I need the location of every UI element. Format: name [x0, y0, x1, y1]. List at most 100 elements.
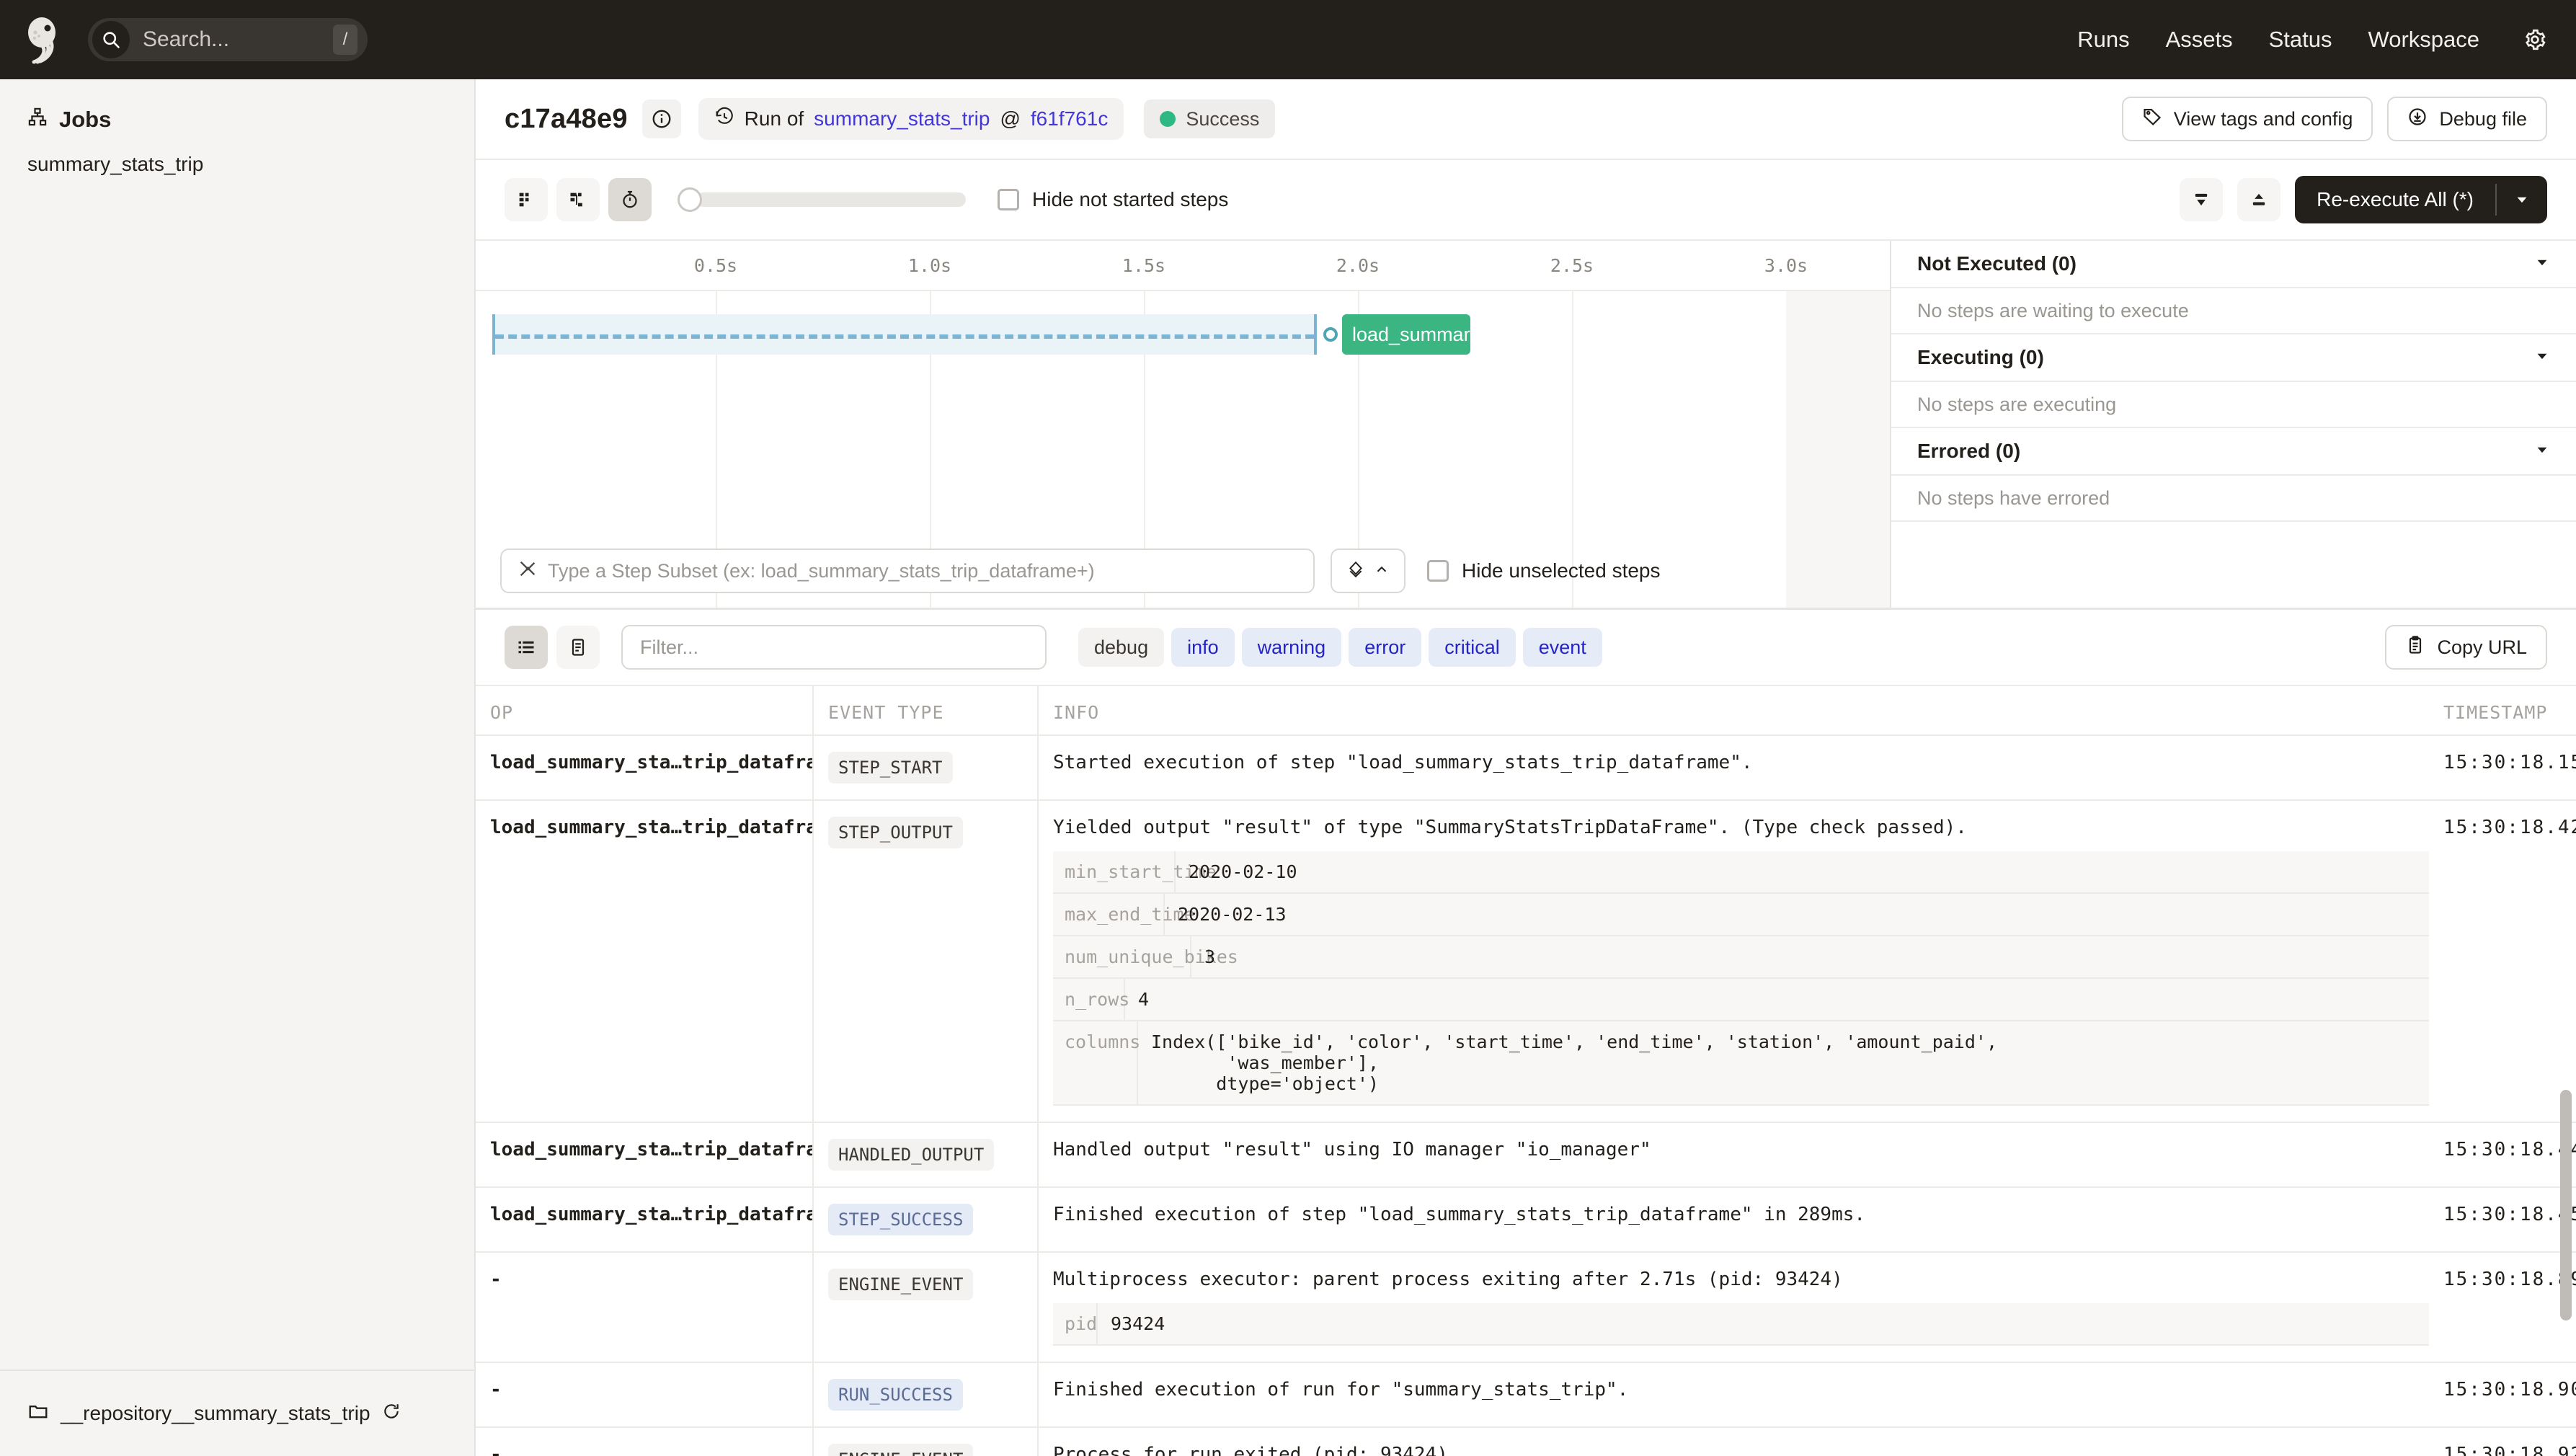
- search-icon: [92, 21, 130, 58]
- accordion-executing-title: Executing (0): [1917, 346, 2044, 368]
- info-icon[interactable]: [641, 99, 681, 138]
- hide-unselected-steps-checkbox[interactable]: [1427, 560, 1449, 582]
- table-row[interactable]: - ENGINE_EVENT Multiprocess executor: pa…: [476, 1252, 2576, 1363]
- repository-name: __repository__summary_stats_trip: [61, 1402, 370, 1424]
- gantt-toolbar: Hide not started steps Re-execute All (*…: [476, 160, 2576, 241]
- list-icon[interactable]: [505, 626, 548, 669]
- logs-vertical-scrollbar-thumb[interactable]: [2560, 1090, 2572, 1320]
- table-row[interactable]: load_summary_sta…trip_dataframe STEP_SUC…: [476, 1187, 2576, 1253]
- hide-not-started-steps-checkbox-row[interactable]: Hide not started steps: [998, 188, 1228, 211]
- nav-runs[interactable]: Runs: [2077, 27, 2129, 53]
- run-id: c17a48e9: [505, 103, 628, 134]
- metadata-key: pid: [1053, 1303, 1098, 1344]
- chevron-down-icon[interactable]: [2497, 192, 2547, 208]
- gantt-zoom-slider-knob[interactable]: [678, 187, 702, 212]
- gantt-status-panel: Not Executed (0) No steps are waiting to…: [1891, 241, 2576, 608]
- accordion-errored[interactable]: Errored (0): [1891, 428, 2576, 476]
- sidebar-item-summary-stats-trip[interactable]: summary_stats_trip: [0, 133, 474, 176]
- status-label: Success: [1186, 107, 1260, 130]
- collapse-down-icon[interactable]: [2180, 178, 2224, 221]
- column-header-op[interactable]: OP: [476, 686, 814, 736]
- event-log-table-container[interactable]: OP EVENT TYPE INFO TIMESTAMP load_summar…: [476, 686, 2576, 1456]
- table-row[interactable]: load_summary_sta…trip_dataframe STEP_OUT…: [476, 800, 2576, 1123]
- tree-view-icon[interactable]: [556, 178, 600, 221]
- log-level-critical[interactable]: critical: [1429, 628, 1516, 667]
- table-row[interactable]: - RUN_SUCCESS Finished execution of run …: [476, 1362, 2576, 1428]
- table-row[interactable]: - ENGINE_EVENT Process for run exited (p…: [476, 1427, 2576, 1456]
- chevron-down-icon[interactable]: [2534, 346, 2550, 369]
- debug-file-label: Debug file: [2439, 107, 2527, 130]
- cell-op: load_summary_sta…trip_dataframe: [476, 800, 814, 1123]
- snapshot-link[interactable]: f61f761c: [1031, 107, 1108, 130]
- left-sidebar: Jobs summary_stats_trip __repository__su…: [0, 79, 476, 1456]
- accordion-executing[interactable]: Executing (0): [1891, 334, 2576, 382]
- table-header-row: OP EVENT TYPE INFO TIMESTAMP: [476, 686, 2576, 736]
- cell-event-type: ENGINE_EVENT: [813, 1252, 1039, 1363]
- chevron-down-icon[interactable]: [2534, 440, 2550, 463]
- event-metadata-table: min_start_time 2020-02-10 max_end_time 2…: [1053, 851, 2429, 1106]
- document-icon[interactable]: [556, 626, 600, 669]
- event-type-tag: STEP_OUTPUT: [828, 817, 963, 848]
- logs-filter-placeholder: Filter...: [640, 636, 699, 658]
- reload-icon[interactable]: [382, 1402, 401, 1426]
- expand-up-icon[interactable]: [2237, 178, 2281, 221]
- stopwatch-icon[interactable]: [608, 178, 652, 221]
- step-subset-input[interactable]: Type a Step Subset (ex: load_summary_sta…: [500, 549, 1315, 593]
- table-row[interactable]: load_summary_sta…trip_dataframe HANDLED_…: [476, 1122, 2576, 1188]
- gantt-zoom-slider-track[interactable]: [696, 192, 966, 207]
- repository-footer[interactable]: __repository__summary_stats_trip: [0, 1370, 474, 1456]
- debug-file-button[interactable]: Debug file: [2387, 97, 2547, 141]
- gear-icon[interactable]: [2523, 27, 2547, 52]
- search-input[interactable]: Search... /: [88, 18, 368, 61]
- column-header-timestamp[interactable]: TIMESTAMP: [2429, 686, 2576, 736]
- accordion-not-executed[interactable]: Not Executed (0): [1891, 241, 2576, 288]
- cell-op: -: [476, 1252, 814, 1363]
- metadata-row: num_unique_bikes 3: [1053, 936, 2429, 979]
- sidebar-section-title: Jobs: [59, 107, 112, 132]
- job-link[interactable]: summary_stats_trip: [814, 107, 990, 130]
- log-level-error[interactable]: error: [1349, 628, 1422, 667]
- step-subset-layers-toggle[interactable]: [1331, 549, 1405, 593]
- metadata-row: max_end_time 2020-02-13: [1053, 894, 2429, 936]
- log-level-event[interactable]: event: [1522, 628, 1602, 667]
- nav-status[interactable]: Status: [2269, 27, 2332, 53]
- cell-op: load_summary_sta…trip_dataframe: [476, 1187, 814, 1253]
- cell-timestamp: 15:30:18.895: [2429, 1252, 2576, 1363]
- search-placeholder: Search...: [143, 27, 230, 51]
- metadata-value: 2020-02-13: [1178, 904, 1287, 925]
- column-header-info[interactable]: INFO: [1038, 686, 2429, 736]
- run-of-prefix: Run of: [744, 107, 804, 130]
- chevron-up-icon: [1374, 561, 1390, 581]
- nav-workspace[interactable]: Workspace: [2368, 27, 2480, 53]
- dagster-logo-icon[interactable]: [19, 12, 74, 67]
- column-header-event-type[interactable]: EVENT TYPE: [813, 686, 1039, 736]
- log-level-warning[interactable]: warning: [1241, 628, 1342, 667]
- nav-assets[interactable]: Assets: [2166, 27, 2233, 53]
- log-level-debug[interactable]: debug: [1078, 628, 1165, 667]
- hide-not-started-steps-checkbox[interactable]: [998, 189, 1019, 210]
- flat-view-icon[interactable]: [505, 178, 548, 221]
- logs-filter-input[interactable]: Filter...: [621, 625, 1047, 670]
- metadata-key: n_rows: [1053, 979, 1129, 1020]
- info-text: Handled output "result" using IO manager…: [1053, 1139, 1651, 1160]
- gantt-step-bar-load-summary[interactable]: load_summary_: [1342, 314, 1470, 355]
- hide-unselected-steps-checkbox-row[interactable]: Hide unselected steps: [1427, 559, 1661, 582]
- chevron-down-icon[interactable]: [2534, 252, 2550, 275]
- cell-timestamp: 15:30:18.442: [2429, 1122, 2576, 1188]
- cell-info: Yielded output "result" of type "Summary…: [1038, 800, 2429, 1123]
- table-row[interactable]: load_summary_sta…trip_dataframe STEP_STA…: [476, 735, 2576, 801]
- gantt-waiting-bar[interactable]: [492, 314, 1317, 355]
- cell-op: -: [476, 1362, 814, 1428]
- copy-url-button[interactable]: Copy URL: [2385, 625, 2547, 670]
- view-tags-and-config-button[interactable]: View tags and config: [2121, 97, 2373, 141]
- gantt-zoom-slider[interactable]: [678, 187, 966, 212]
- main-content: c17a48e9 Run of summary_stats_trip @ f61…: [476, 79, 2576, 1456]
- gantt-chart-area: 0.5s 1.0s 1.5s 2.0s 2.5s 3.0s load_summa…: [476, 241, 2576, 610]
- gantt-chart[interactable]: 0.5s 1.0s 1.5s 2.0s 2.5s 3.0s load_summa…: [476, 241, 1891, 608]
- log-level-info[interactable]: info: [1171, 628, 1235, 667]
- event-log-rows: load_summary_sta…trip_dataframe STEP_STA…: [476, 735, 2576, 1456]
- re-execute-all-button[interactable]: Re-execute All (*): [2295, 176, 2547, 223]
- clock-rewind-icon: [714, 107, 734, 132]
- status-badge: Success: [1144, 99, 1276, 138]
- event-log-table: OP EVENT TYPE INFO TIMESTAMP load_summar…: [476, 686, 2576, 1456]
